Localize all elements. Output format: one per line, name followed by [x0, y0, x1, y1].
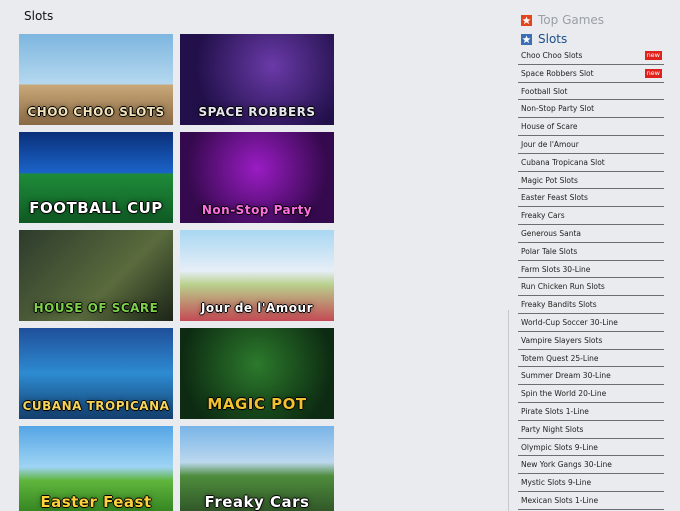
sidebar-item-label: Mexican Slots 1-Line [521, 495, 599, 505]
sidebar-item-label: Run Chicken Run Slots [521, 282, 605, 292]
sidebar-item[interactable]: Mystic Slots 9-Line [518, 474, 664, 492]
game-title: MAGIC POT [207, 395, 307, 413]
game-tile[interactable]: CHOO CHOO SLOTS [19, 34, 173, 125]
slot-list: Choo Choo Slots new Space Robbers Slot new F… [518, 47, 664, 510]
sidebar-item[interactable]: Football Slot [518, 83, 664, 101]
game-tile[interactable]: Non-Stop Party [180, 132, 334, 223]
sidebar-item[interactable]: House of Scare [518, 118, 664, 136]
new-badge: new [644, 68, 662, 78]
sidebar-item[interactable]: Totem Quest 25-Line [518, 350, 664, 368]
sidebar-item[interactable]: Space Robbers Slot new [518, 65, 664, 83]
sidebar-item-label: Football Slot [521, 86, 568, 96]
game-title: Freaky Cars [204, 493, 310, 511]
sidebar-item-label: Totem Quest 25-Line [521, 353, 599, 363]
sidebar-item-label: Generous Santa [521, 228, 581, 238]
category-top-games[interactable]: Top Games [521, 13, 604, 27]
sidebar-item[interactable]: Freaky Bandits Slots [518, 296, 664, 314]
sidebar-item[interactable]: Pirate Slots 1-Line [518, 403, 664, 421]
game-tile[interactable]: SPACE ROBBERS [180, 34, 334, 125]
sidebar-item-label: Mystic Slots 9-Line [521, 478, 592, 488]
game-tile[interactable]: Jour de l'Amour [180, 230, 334, 321]
sidebar-item[interactable]: New York Gangs 30-Line [518, 456, 664, 475]
star-icon [521, 33, 532, 45]
sidebar-item-label: Polar Tale Slots [521, 246, 578, 256]
sidebar-item[interactable]: Mexican Slots 1-Line [518, 492, 664, 510]
sidebar-item[interactable]: Party Night Slots [518, 421, 664, 439]
sidebar-item[interactable]: Magic Pot Slots [518, 172, 664, 190]
game-tile[interactable]: HOUSE OF SCARE [19, 230, 173, 321]
sidebar-item-label: New York Gangs 30-Line [521, 460, 612, 470]
game-tile[interactable]: CUBANA TROPICANA [19, 328, 173, 419]
game-tile[interactable]: Easter Feast [19, 426, 173, 511]
sidebar-item[interactable]: Vampire Slayers Slots [518, 332, 664, 350]
sidebar-item-label: Summer Dream 30-Line [521, 371, 611, 381]
game-tile[interactable]: FOOTBALL CUP [19, 132, 173, 223]
sidebar-item[interactable]: Freaky Cars [518, 207, 664, 225]
sidebar-item[interactable]: Run Chicken Run Slots [518, 278, 664, 297]
sidebar-item-label: Non-Stop Party Slot [521, 104, 595, 114]
sidebar-item[interactable]: Non-Stop Party Slot [518, 100, 664, 119]
sidebar-item-label: Choo Choo Slots [521, 51, 583, 60]
game-title: Jour de l'Amour [200, 301, 314, 315]
sidebar-item[interactable]: Jour de l'Amour [518, 136, 664, 154]
sidebar-item-label: Olympic Slots 9-Line [521, 442, 598, 452]
sidebar-item[interactable]: Choo Choo Slots new [518, 47, 664, 65]
game-title: Non-Stop Party [201, 203, 313, 217]
page-title: Slots [24, 9, 54, 23]
sidebar-item[interactable]: Generous Santa [518, 225, 664, 243]
sidebar-item[interactable]: Spin the World 20-Line [518, 385, 664, 403]
sidebar-item-label: Vampire Slayers Slots [521, 335, 603, 345]
sidebar-item-label: Freaky Bandits Slots [521, 300, 597, 310]
game-title: Easter Feast [40, 493, 152, 511]
sidebar-item-label: Pirate Slots 1-Line [521, 406, 589, 416]
divider [508, 310, 509, 511]
sidebar-item-label: Spin the World 20-Line [521, 389, 607, 399]
sidebar-item-label: Magic Pot Slots [521, 175, 578, 185]
game-title: FOOTBALL CUP [29, 199, 163, 217]
sidebar-item[interactable]: Farm Slots 30-Line [518, 261, 664, 279]
sidebar-item[interactable]: Easter Feast Slots [518, 189, 664, 208]
game-tile[interactable]: MAGIC POT [180, 328, 334, 419]
sidebar-item-label: Jour de l'Amour [521, 139, 579, 149]
sidebar-item-label: Easter Feast Slots [521, 193, 588, 203]
game-grid: CHOO CHOO SLOTS SPACE ROBBERS FOOTBALL C… [19, 34, 337, 511]
sidebar-item-label: House of Scare [521, 122, 578, 132]
category-label: Top Games [538, 13, 605, 27]
sidebar-item-label: Cubana Tropicana Slot [521, 157, 605, 167]
sidebar-item-label: Party Night Slots [521, 424, 584, 434]
sidebar-item[interactable]: Cubana Tropicana Slot [518, 154, 664, 172]
sidebar-item-label: Freaky Cars [521, 211, 565, 221]
sidebar-item-label: World-Cup Soccer 30-Line [521, 317, 618, 327]
sidebar-item-label: Farm Slots 30-Line [521, 264, 591, 274]
sidebar-item[interactable]: Olympic Slots 9-Line [518, 439, 664, 457]
sidebar-item[interactable]: World-Cup Soccer 30-Line [518, 314, 664, 332]
category-slots[interactable]: Slots [521, 32, 567, 46]
sidebar-item[interactable]: Polar Tale Slots [518, 243, 664, 261]
category-label: Slots [538, 32, 568, 46]
new-badge: new [644, 51, 662, 60]
game-title: CUBANA TROPICANA [22, 399, 170, 413]
game-title: HOUSE OF SCARE [33, 301, 159, 315]
game-tile[interactable]: Freaky Cars [180, 426, 334, 511]
game-title: CHOO CHOO SLOTS [27, 105, 165, 119]
game-title: SPACE ROBBERS [198, 105, 316, 119]
star-icon [521, 14, 532, 26]
sidebar-item[interactable]: Summer Dream 30-Line [518, 367, 664, 386]
sidebar-item-label: Space Robbers Slot [521, 68, 594, 78]
